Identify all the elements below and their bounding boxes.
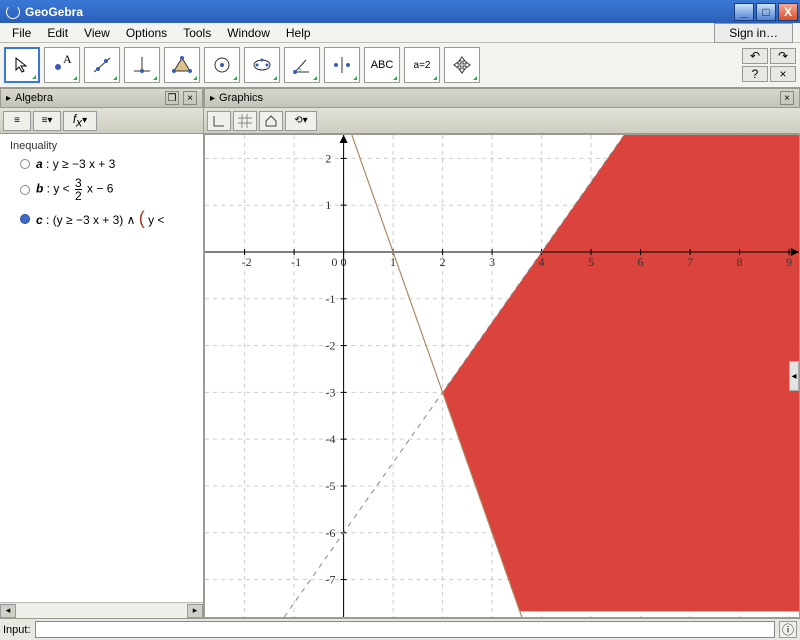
algebra-panel-header[interactable]: ▸ Algebra ❐ × bbox=[0, 88, 203, 108]
window-minimize-button[interactable]: _ bbox=[734, 3, 754, 21]
signin-button[interactable]: Sign in… bbox=[714, 23, 793, 43]
tree-item-a[interactable]: a : y ≥ −3 x + 3 bbox=[2, 154, 201, 174]
window-maximize-button[interactable]: □ bbox=[756, 3, 776, 21]
tool-polygon[interactable] bbox=[164, 47, 200, 83]
graphics-plot[interactable]: -2-10123456789-7-6-5-4-3-2-1120 bbox=[205, 135, 799, 617]
close-help-button[interactable]: × bbox=[770, 66, 796, 82]
window-titlebar: GeoGebra _ □ X bbox=[0, 0, 800, 23]
svg-text:-2: -2 bbox=[242, 255, 252, 269]
window-close-button[interactable]: X bbox=[778, 3, 798, 21]
tool-move[interactable] bbox=[4, 47, 40, 83]
menu-file[interactable]: File bbox=[4, 24, 39, 42]
visibility-toggle-b[interactable] bbox=[20, 185, 30, 195]
tool-line[interactable] bbox=[84, 47, 120, 83]
input-help-button[interactable]: ⓘ bbox=[779, 621, 797, 638]
tool-slider[interactable]: a=2 bbox=[404, 47, 440, 83]
tool-angle[interactable] bbox=[284, 47, 320, 83]
hscroll-right[interactable]: ▸ bbox=[187, 604, 203, 618]
algebra-sort-button[interactable]: ≡ bbox=[3, 111, 31, 131]
algebra-tree: Inequality a : y ≥ −3 x + 3 b : y < 32 x… bbox=[0, 134, 203, 602]
svg-text:0: 0 bbox=[341, 255, 347, 269]
svg-text:8: 8 bbox=[737, 255, 743, 269]
input-label: Input: bbox=[3, 624, 31, 636]
svg-text:-1: -1 bbox=[325, 292, 335, 306]
visibility-toggle-a[interactable] bbox=[20, 159, 30, 169]
graphics-capture-button[interactable]: ⟲▾ bbox=[285, 111, 317, 131]
svg-text:3: 3 bbox=[489, 255, 495, 269]
svg-text:-4: -4 bbox=[325, 432, 335, 446]
svg-text:0: 0 bbox=[331, 255, 337, 269]
help-button[interactable]: ? bbox=[742, 66, 768, 82]
algebra-toolbar: ≡ ≡▾ fx▾ bbox=[0, 108, 203, 134]
algebra-panel-title: Algebra bbox=[15, 92, 161, 104]
redo-button[interactable]: ↷ bbox=[770, 48, 796, 64]
menu-tools[interactable]: Tools bbox=[175, 24, 219, 42]
visibility-toggle-c[interactable] bbox=[20, 214, 30, 224]
svg-text:-2: -2 bbox=[325, 339, 335, 353]
undo-redo-group: ↶↷ ?× bbox=[742, 48, 796, 82]
algebra-hscrollbar[interactable]: ◂ ▸ bbox=[0, 602, 203, 618]
algebra-fx-button[interactable]: fx▾ bbox=[63, 111, 97, 131]
svg-text:2: 2 bbox=[440, 255, 446, 269]
svg-text:6: 6 bbox=[638, 255, 644, 269]
svg-text:9: 9 bbox=[786, 255, 792, 269]
tool-circle[interactable] bbox=[204, 47, 240, 83]
tool-perpendicular[interactable] bbox=[124, 47, 160, 83]
menu-options[interactable]: Options bbox=[118, 24, 175, 42]
svg-text:4: 4 bbox=[539, 255, 545, 269]
svg-text:-1: -1 bbox=[291, 255, 301, 269]
input-bar: Input: ⓘ bbox=[0, 618, 800, 640]
window-title: GeoGebra bbox=[25, 5, 734, 19]
graphics-panel-header[interactable]: ▸ Graphics × bbox=[204, 88, 800, 108]
graphics-canvas[interactable]: -2-10123456789-7-6-5-4-3-2-1120 ◂ bbox=[204, 134, 800, 618]
algebra-panel-window-button[interactable]: ❐ bbox=[165, 91, 179, 105]
algebra-panel: ▸ Algebra ❐ × ≡ ≡▾ fx▾ Inequality a : y … bbox=[0, 88, 204, 618]
graphics-panel-title: Graphics bbox=[219, 92, 776, 104]
graphics-grid-button[interactable] bbox=[233, 111, 257, 131]
graphics-side-tab[interactable]: ◂ bbox=[789, 361, 799, 391]
svg-text:-3: -3 bbox=[325, 385, 335, 399]
app-icon bbox=[6, 5, 20, 19]
undo-button[interactable]: ↶ bbox=[742, 48, 768, 64]
svg-text:-6: -6 bbox=[325, 526, 335, 540]
menu-view[interactable]: View bbox=[76, 24, 118, 42]
svg-text:7: 7 bbox=[687, 255, 693, 269]
graphics-axes-button[interactable] bbox=[207, 111, 231, 131]
menu-edit[interactable]: Edit bbox=[39, 24, 76, 42]
svg-text:A: A bbox=[63, 55, 72, 66]
hscroll-track[interactable] bbox=[16, 604, 187, 618]
tool-reflect[interactable] bbox=[324, 47, 360, 83]
input-field[interactable] bbox=[35, 621, 775, 638]
svg-text:-5: -5 bbox=[325, 479, 335, 493]
tool-move-view[interactable] bbox=[444, 47, 480, 83]
tool-text[interactable]: ABC bbox=[364, 47, 400, 83]
hscroll-left[interactable]: ◂ bbox=[0, 604, 16, 618]
tool-point[interactable]: A bbox=[44, 47, 80, 83]
graphics-panel: ▸ Graphics × ⟲▾ -2 -1 0 1 2 3 4 5 6 7 8 9 -7 -6 -5 -4 -3… bbox=[204, 88, 800, 618]
menu-bar: File Edit View Options Tools Window Help… bbox=[0, 23, 800, 43]
algebra-panel-close-button[interactable]: × bbox=[183, 91, 197, 105]
svg-text:5: 5 bbox=[588, 255, 594, 269]
algebra-section[interactable]: Inequality bbox=[2, 138, 201, 154]
menu-window[interactable]: Window bbox=[219, 24, 278, 42]
algebra-aux-button[interactable]: ≡▾ bbox=[33, 111, 61, 131]
menu-help[interactable]: Help bbox=[278, 24, 319, 42]
graphics-home-button[interactable] bbox=[259, 111, 283, 131]
tool-ellipse[interactable] bbox=[244, 47, 280, 83]
tree-item-c[interactable]: c : (y ≥ −3 x + 3) ∧ ( y < bbox=[2, 205, 201, 232]
svg-text:-7: -7 bbox=[325, 573, 335, 587]
graphics-toolbar: ⟲▾ bbox=[204, 108, 800, 134]
tool-toolbar: A ABC a=2 ↶↷ ?× bbox=[0, 43, 800, 88]
tree-item-b[interactable]: b : y < 32 x − 6 bbox=[2, 174, 201, 205]
svg-text:2: 2 bbox=[325, 151, 331, 165]
graphics-panel-close-button[interactable]: × bbox=[780, 91, 794, 105]
svg-text:1: 1 bbox=[325, 198, 331, 212]
